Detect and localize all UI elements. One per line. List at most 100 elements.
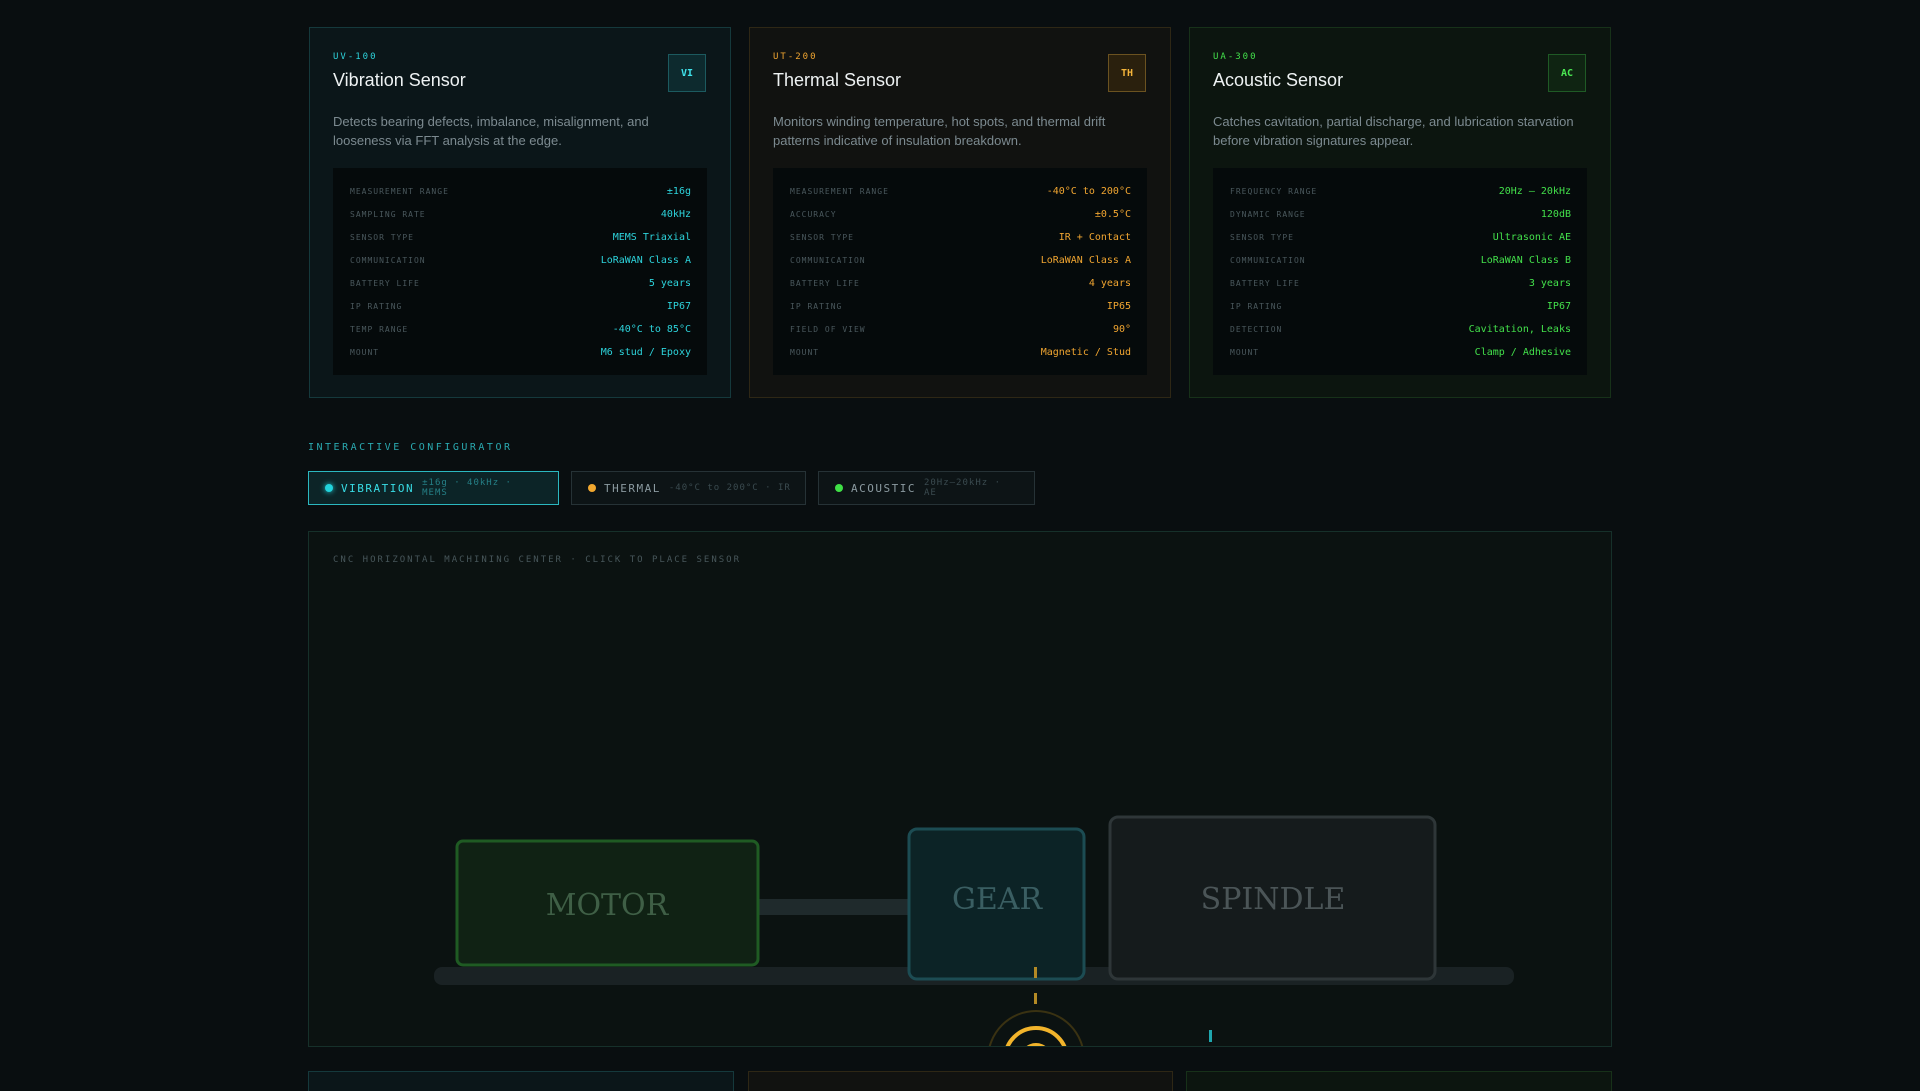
spec-value: -40°C to 200°C xyxy=(1046,186,1131,197)
spec-label: DETECTION xyxy=(1230,325,1283,334)
card-title: Vibration Sensor xyxy=(333,70,466,90)
model-code: UA-300 xyxy=(1213,52,1258,62)
sensor-type-badge: AC xyxy=(1548,54,1586,92)
sensor-card-thermal: UT-200 Thermal Sensor TH Monitors windin… xyxy=(749,27,1171,398)
spec-row: DYNAMIC RANGE 120dB xyxy=(1230,203,1571,226)
spec-label: BATTERY LIFE xyxy=(790,279,860,288)
spec-value: IP67 xyxy=(666,301,691,312)
spec-label: SENSOR TYPE xyxy=(1230,233,1294,242)
spec-label: ACCURACY xyxy=(790,210,837,219)
spec-row: MEASUREMENT RANGE -40°C to 200°C xyxy=(790,180,1131,203)
spindle-label: SPINDLE xyxy=(1201,882,1346,917)
spec-label: SAMPLING RATE xyxy=(350,210,426,219)
spec-value: Magnetic / Stud xyxy=(1040,347,1131,358)
card-description: Catches cavitation, partial discharge, a… xyxy=(1213,114,1574,148)
spec-label: IP RATING xyxy=(350,302,403,311)
spec-label: IP RATING xyxy=(1230,302,1283,311)
placement-tick xyxy=(1034,993,1037,1004)
spec-table: MEASUREMENT RANGE -40°C to 200°C ACCURACY… xyxy=(773,168,1147,375)
placement-tick xyxy=(1034,967,1037,978)
card-title: Acoustic Sensor xyxy=(1213,70,1344,90)
spec-value: 3 years xyxy=(1528,278,1571,289)
spec-label: MEASUREMENT RANGE xyxy=(350,187,449,196)
spindle-component[interactable]: SPINDLE xyxy=(1108,815,1437,981)
spec-value: 90° xyxy=(1112,324,1131,335)
next-card-edge xyxy=(748,1071,1173,1091)
chip-subtitle: ±16g · 40kHz · MEMS xyxy=(422,478,512,498)
machine-canvas[interactable]: CNC HORIZONTAL MACHINING CENTER · CLICK … xyxy=(308,531,1612,1047)
motor-component[interactable]: MOTOR xyxy=(455,839,760,967)
sensor-card-vibration: UV-100 Vibration Sensor VI Detects beari… xyxy=(309,27,731,398)
sensor-chip-thermal[interactable]: THERMAL -40°C to 200°C · IR xyxy=(571,471,806,505)
sensor-type-badge: TH xyxy=(1108,54,1146,92)
next-card-edge xyxy=(308,1071,734,1091)
spec-row: ACCURACY ±0.5°C xyxy=(790,203,1131,226)
model-code: UV-100 xyxy=(333,52,378,62)
spec-label: MOUNT xyxy=(790,348,820,357)
chip-label: ACOUSTIC xyxy=(850,481,916,495)
spec-row: IP RATING IP65 xyxy=(790,295,1131,318)
spec-value: IR + Contact xyxy=(1058,232,1131,243)
spec-value: IP65 xyxy=(1106,301,1131,312)
spec-label: MOUNT xyxy=(350,348,380,357)
spec-value: 120dB xyxy=(1540,209,1571,220)
spec-value: M6 stud / Epoxy xyxy=(600,347,691,358)
gear-component[interactable]: GEAR xyxy=(907,827,1086,981)
spec-value: -40°C to 85°C xyxy=(612,324,691,335)
spec-label: COMMUNICATION xyxy=(790,256,866,265)
spec-value: MEMS Triaxial xyxy=(612,232,691,243)
spec-row: MEASUREMENT RANGE ±16g xyxy=(350,180,691,203)
spec-row: MOUNT Clamp / Adhesive xyxy=(1230,341,1571,364)
spec-label: MOUNT xyxy=(1230,348,1260,357)
sensor-target-icon[interactable] xyxy=(988,1010,1084,1046)
spec-value: 5 years xyxy=(648,278,691,289)
status-dot-icon xyxy=(588,484,596,492)
spec-label: SENSOR TYPE xyxy=(350,233,414,242)
card-title: Thermal Sensor xyxy=(773,70,902,90)
spec-row: TEMP RANGE -40°C to 85°C xyxy=(350,318,691,341)
model-code: UT-200 xyxy=(773,52,818,62)
spec-row: FREQUENCY RANGE 20Hz – 20kHz xyxy=(1230,180,1571,203)
spec-label: SENSOR TYPE xyxy=(790,233,854,242)
spec-row: DETECTION Cavitation, Leaks xyxy=(1230,318,1571,341)
sensor-chip-acoustic[interactable]: ACOUSTIC 20Hz–20kHz · AE xyxy=(818,471,1035,505)
spec-row: IP RATING IP67 xyxy=(350,295,691,318)
spec-label: COMMUNICATION xyxy=(350,256,426,265)
spec-value: LoRaWAN Class A xyxy=(1040,255,1131,266)
spec-row: SENSOR TYPE Ultrasonic AE xyxy=(1230,226,1571,249)
spec-row: SAMPLING RATE 40kHz xyxy=(350,203,691,226)
status-dot-icon xyxy=(325,484,333,492)
spec-row: BATTERY LIFE 5 years xyxy=(350,272,691,295)
card-description: Monitors winding temperature, hot spots,… xyxy=(773,114,1106,148)
gear-label: GEAR xyxy=(952,882,1044,917)
card-description: Detects bearing defects, imbalance, misa… xyxy=(333,114,649,148)
spec-row: MOUNT M6 stud / Epoxy xyxy=(350,341,691,364)
spec-value: Cavitation, Leaks xyxy=(1468,324,1571,335)
spec-value: IP67 xyxy=(1546,301,1571,312)
spec-value: 4 years xyxy=(1088,278,1131,289)
spec-value: Clamp / Adhesive xyxy=(1474,347,1571,358)
spec-label: MEASUREMENT RANGE xyxy=(790,187,889,196)
spec-label: FREQUENCY RANGE xyxy=(1230,187,1318,196)
next-card-edge xyxy=(1186,1071,1612,1091)
spec-row: SENSOR TYPE IR + Contact xyxy=(790,226,1131,249)
spec-row: COMMUNICATION LoRaWAN Class A xyxy=(350,249,691,272)
vibration-marker-icon xyxy=(1209,1030,1212,1042)
chip-subtitle: -40°C to 200°C · IR xyxy=(668,483,791,493)
sensor-type-badge: VI xyxy=(668,54,706,92)
spec-label: BATTERY LIFE xyxy=(350,279,420,288)
spec-row: COMMUNICATION LoRaWAN Class A xyxy=(790,249,1131,272)
spec-table: FREQUENCY RANGE 20Hz – 20kHz DYNAMIC RANG… xyxy=(1213,168,1587,375)
spec-value: 20Hz – 20kHz xyxy=(1498,186,1571,197)
sensor-card-acoustic: UA-300 Acoustic Sensor AC Catches cavita… xyxy=(1189,27,1611,398)
chip-subtitle: 20Hz–20kHz · AE xyxy=(923,478,1001,498)
spec-row: MOUNT Magnetic / Stud xyxy=(790,341,1131,364)
spec-label: IP RATING xyxy=(790,302,843,311)
motor-label: MOTOR xyxy=(546,888,670,923)
spec-row: BATTERY LIFE 3 years xyxy=(1230,272,1571,295)
spec-value: 40kHz xyxy=(660,209,691,220)
spec-row: BATTERY LIFE 4 years xyxy=(790,272,1131,295)
sensor-chip-vibration[interactable]: VIBRATION ±16g · 40kHz · MEMS xyxy=(308,471,559,505)
spec-label: BATTERY LIFE xyxy=(1230,279,1300,288)
spec-value: LoRaWAN Class A xyxy=(600,255,691,266)
